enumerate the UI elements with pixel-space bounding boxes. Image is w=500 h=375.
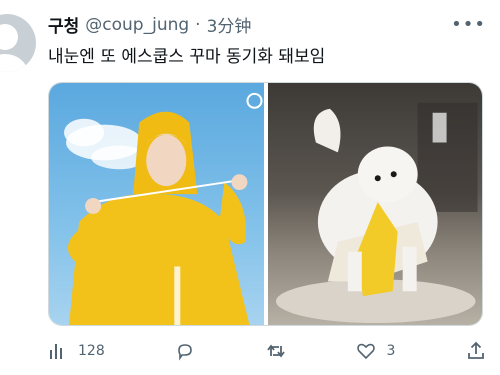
tweet-text: 내눈엔 또 에스쿱스 꾸마 동기화 돼보임 [48,47,326,67]
retweet-icon [267,344,285,358]
user-handle[interactable]: @coup_jung [85,15,189,35]
separator-dot: · [195,14,201,35]
like-icon [357,343,376,360]
tweet-header: 구청 @coup_jung · 3分钟 [48,12,460,38]
reply-action[interactable] [175,341,195,361]
avatar-shoulders-shape [0,54,28,72]
media-grid [48,82,483,326]
share-action[interactable] [466,341,486,361]
photo-yellow-raincoat-illustration [64,92,263,325]
photo-white-dog[interactable] [267,83,482,325]
share-icon [468,341,484,359]
avatar-head-shape [0,24,18,50]
views-action[interactable]: 128 [48,341,105,361]
likes-count: 3 [386,343,396,359]
photo-yellow-raincoat[interactable] [49,83,264,325]
views-icon [50,344,62,359]
reply-icon [178,344,193,361]
views-count: 128 [78,343,105,359]
avatar[interactable] [0,14,36,72]
like-action[interactable]: 3 [356,341,395,361]
retweet-action[interactable] [266,341,286,361]
timestamp[interactable]: 3分钟 [207,12,252,37]
action-bar: 128 3 [48,338,486,364]
display-name[interactable]: 구청 [48,12,79,37]
more-icon[interactable]: ••• [451,16,486,34]
photo-white-dog-illustration [275,102,478,324]
